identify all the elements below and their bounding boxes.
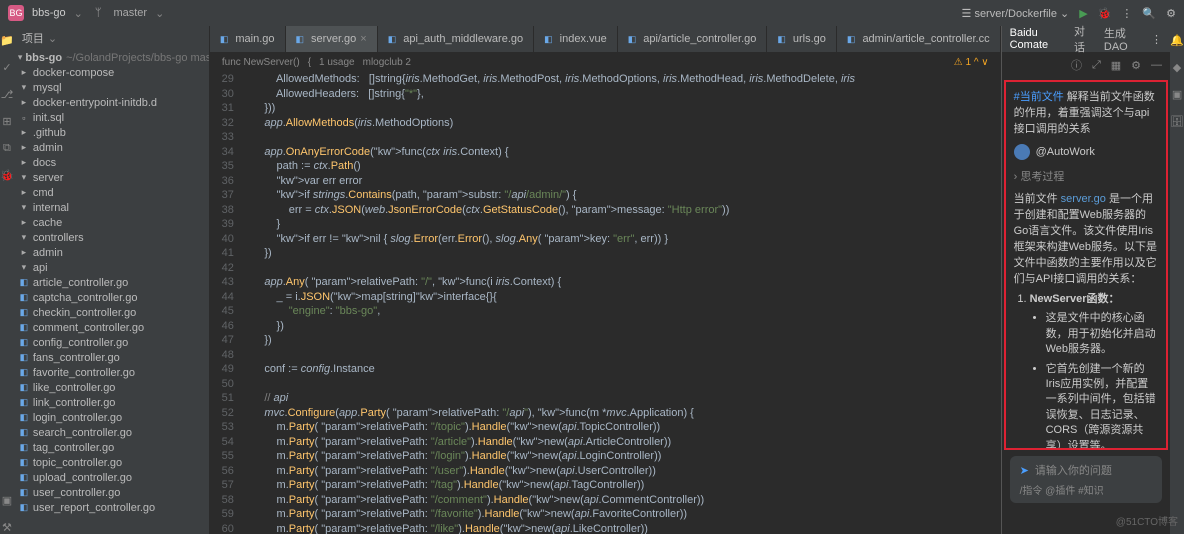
expand-icon[interactable]: ⤢ bbox=[1092, 59, 1101, 72]
watermark: @51CTO博客 bbox=[1116, 513, 1178, 528]
editor-tab[interactable]: ◧urls.go bbox=[767, 26, 837, 52]
breadcrumb: func NewServer() { 1 usage mlogclub 2 ⚠ … bbox=[210, 52, 1001, 72]
py-icon[interactable]: ▣ bbox=[1172, 88, 1182, 101]
editor-tab[interactable]: ◧api/article_controller.go bbox=[618, 26, 768, 52]
ai-panel: Baidu Comate 对话 生成DAO ⋮ ⓘ ⤢ ▦ ⚙ — #当前文件 … bbox=[1001, 26, 1170, 534]
topbar: BG bbs-go ⌄ ᛘ master ⌄ ☰ server/Dockerfi… bbox=[0, 0, 1184, 26]
tree-item[interactable]: ▸.github bbox=[14, 125, 209, 140]
editor-tab[interactable]: ◧index.vue bbox=[534, 26, 618, 52]
send-icon[interactable]: ➤ bbox=[1020, 464, 1029, 477]
tree-item[interactable]: ▸docker-compose bbox=[14, 65, 209, 80]
tab-comate[interactable]: Baidu Comate bbox=[1010, 27, 1060, 51]
ai-icon[interactable]: ◆ bbox=[1173, 61, 1181, 74]
chevron-down-icon[interactable]: ⌄ bbox=[155, 7, 164, 20]
search-icon[interactable]: 🔍 bbox=[1142, 7, 1156, 20]
tree-item[interactable]: ◧user_report_controller.go bbox=[14, 500, 209, 515]
services-icon[interactable]: ⧉ bbox=[3, 142, 11, 155]
panel-title: 项目 bbox=[22, 30, 44, 46]
minimize-icon[interactable]: — bbox=[1151, 59, 1162, 71]
tree-item[interactable]: ▫init.sql bbox=[14, 110, 209, 125]
tree-item[interactable]: ◧upload_controller.go bbox=[14, 470, 209, 485]
editor-tabs: ◧main.go◧server.go ×◧api_auth_middleware… bbox=[210, 26, 1001, 52]
project-avatar[interactable]: BG bbox=[8, 5, 24, 21]
tab-chat[interactable]: 对话 bbox=[1074, 23, 1090, 55]
chat-content: #当前文件 解释当前文件函数的作用，着重强调这个与api接口调用的关系 @Aut… bbox=[1004, 80, 1168, 450]
tree-item[interactable]: ◧fans_controller.go bbox=[14, 350, 209, 365]
folder-icon[interactable]: 📁 bbox=[0, 34, 14, 47]
chat-input[interactable]: ➤请输入你的问题 /指令 @插件 #知识 bbox=[1010, 456, 1162, 503]
run-icon[interactable]: ▶ bbox=[1079, 7, 1087, 20]
ai-tabs: Baidu Comate 对话 生成DAO ⋮ bbox=[1002, 26, 1170, 52]
thinking-toggle[interactable]: › 思考过程 bbox=[1014, 168, 1158, 184]
branch-name[interactable]: master bbox=[113, 7, 147, 19]
chevron-down-icon[interactable]: ⌄ bbox=[74, 7, 83, 20]
pr-icon[interactable]: ⎇ bbox=[1, 88, 14, 101]
code-area[interactable]: 29 30 31 32 33 34 35 36 37 38 39 40 41 4… bbox=[210, 72, 1001, 534]
tree-item[interactable]: ◧tag_controller.go bbox=[14, 440, 209, 455]
tree-item[interactable]: ◧topic_controller.go bbox=[14, 455, 209, 470]
tree-item[interactable]: ◧checkin_controller.go bbox=[14, 305, 209, 320]
build-icon[interactable]: ⚒ bbox=[2, 521, 12, 534]
more-icon[interactable]: ⋮ bbox=[1121, 7, 1132, 20]
tree-item[interactable]: ◧favorite_controller.go bbox=[14, 365, 209, 380]
db-icon[interactable]: 🗄 bbox=[1170, 115, 1184, 128]
tree-item[interactable]: ▾internal bbox=[14, 200, 209, 215]
debug-icon[interactable]: 🐞 bbox=[1098, 7, 1112, 20]
editor-tab[interactable]: ◧server.go × bbox=[286, 26, 378, 52]
tree-item[interactable]: ▾api bbox=[14, 260, 209, 275]
tree-item[interactable]: ◧comment_controller.go bbox=[14, 320, 209, 335]
gear-icon[interactable]: ⚙ bbox=[1131, 59, 1141, 72]
bot-name: @AutoWork bbox=[1036, 146, 1095, 158]
grid-icon[interactable]: ▦ bbox=[1111, 59, 1121, 72]
tab-dao[interactable]: 生成DAO bbox=[1104, 25, 1137, 53]
chevron-down-icon[interactable]: ⌄ bbox=[48, 32, 57, 45]
tree-item[interactable]: ◧link_controller.go bbox=[14, 395, 209, 410]
run-config[interactable]: ☰ server/Dockerfile ⌄ bbox=[962, 7, 1070, 20]
editor-tab[interactable]: ◧main.go bbox=[210, 26, 286, 52]
structure-icon[interactable]: ⊞ bbox=[2, 115, 11, 128]
tree-item[interactable]: ◧config_controller.go bbox=[14, 335, 209, 350]
notif-icon[interactable]: 🔔 bbox=[1170, 34, 1184, 47]
right-gutter: 🔔 ◆ ▣ 🗄 bbox=[1170, 26, 1184, 534]
project-panel: 项目 ⌄ ▾bbs-go ~/GolandProjects/bbs-go mas… bbox=[14, 26, 210, 534]
tree-item[interactable]: ◧search_controller.go bbox=[14, 425, 209, 440]
tree-item[interactable]: ◧like_controller.go bbox=[14, 380, 209, 395]
tree-item[interactable]: ◧article_controller.go bbox=[14, 275, 209, 290]
tree-item[interactable]: ▸docs bbox=[14, 155, 209, 170]
project-tree[interactable]: ▾bbs-go ~/GolandProjects/bbs-go mast ▸do… bbox=[14, 50, 209, 530]
editor-tab[interactable]: ◧admin/article_controller.cc bbox=[837, 26, 1001, 52]
context-tag[interactable]: #当前文件 bbox=[1014, 91, 1064, 103]
project-name[interactable]: bbs-go bbox=[32, 7, 66, 19]
left-gutter: 📁 ✓ ⎇ ⊞ ⧉ 🐞 ▣ ⚒ bbox=[0, 26, 14, 534]
tree-item[interactable]: ◧login_controller.go bbox=[14, 410, 209, 425]
branch-icon: ᛘ bbox=[95, 7, 102, 19]
tree-item[interactable]: ▸admin bbox=[14, 140, 209, 155]
tree-item[interactable]: ▸admin bbox=[14, 245, 209, 260]
editor-tab[interactable]: ◧api_auth_middleware.go bbox=[378, 26, 534, 52]
tree-item[interactable]: ▸cmd bbox=[14, 185, 209, 200]
debug-tool-icon[interactable]: 🐞 bbox=[0, 169, 14, 182]
tree-item[interactable]: ▸docker-entrypoint-initdb.d bbox=[14, 95, 209, 110]
tree-item[interactable]: ◧user_controller.go bbox=[14, 485, 209, 500]
more-icon[interactable]: ⋮ bbox=[1151, 33, 1162, 46]
tree-item[interactable]: ▾server bbox=[14, 170, 209, 185]
tree-item[interactable]: ▾mysql bbox=[14, 80, 209, 95]
todo-icon[interactable]: ✓ bbox=[2, 61, 11, 74]
info-icon[interactable]: ⓘ bbox=[1071, 57, 1082, 73]
tree-item[interactable]: ◧captcha_controller.go bbox=[14, 290, 209, 305]
tree-item[interactable]: ▾controllers bbox=[14, 230, 209, 245]
bot-avatar bbox=[1014, 144, 1030, 160]
editor: ◧main.go◧server.go ×◧api_auth_middleware… bbox=[210, 26, 1001, 534]
tree-item[interactable]: ▸cache bbox=[14, 215, 209, 230]
settings-icon[interactable]: ⚙ bbox=[1166, 7, 1176, 20]
terminal-icon[interactable]: ▣ bbox=[2, 494, 12, 507]
